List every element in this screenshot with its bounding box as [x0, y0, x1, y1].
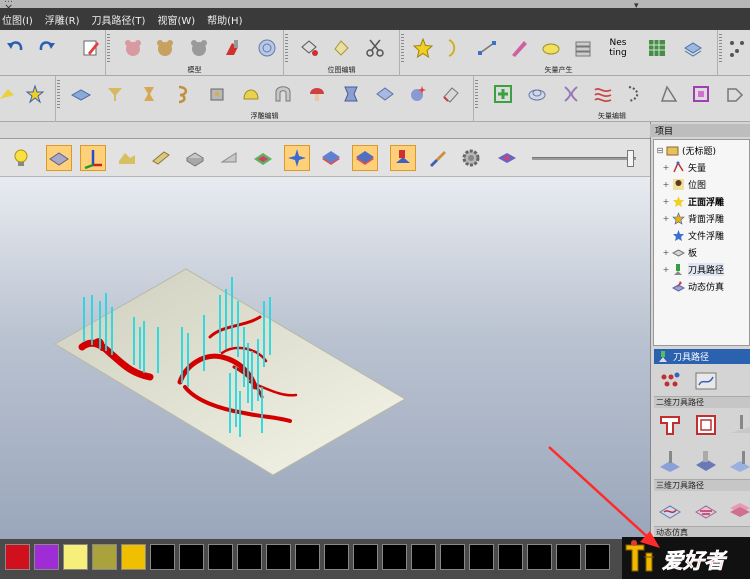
annotation-arrow — [548, 446, 660, 548]
